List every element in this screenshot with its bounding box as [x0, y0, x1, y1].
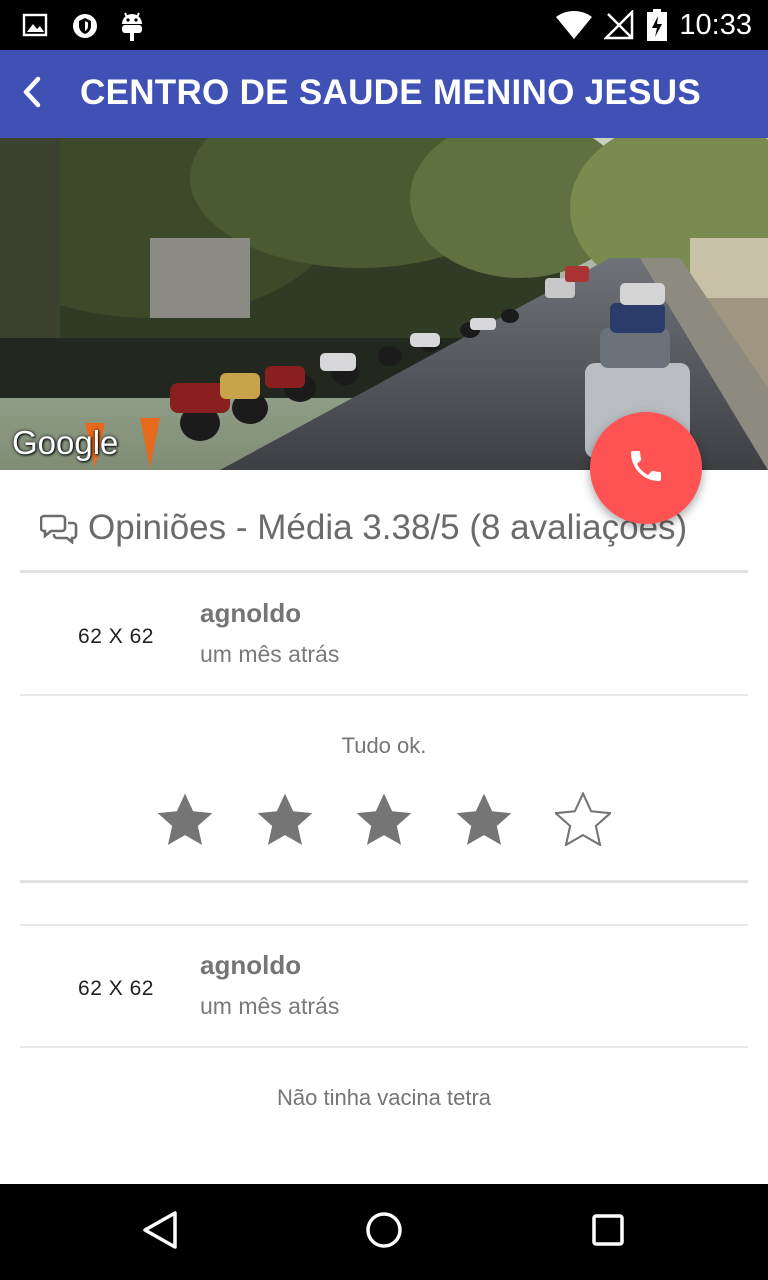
page-title: CENTRO DE SAUDE MENINO JESUS — [80, 73, 701, 112]
battery-charging-icon — [646, 9, 668, 46]
image-icon — [22, 12, 48, 43]
star-filled-icon — [250, 784, 320, 854]
review-author: agnoldo — [200, 598, 302, 628]
review-time: um mês atrás — [200, 641, 340, 667]
back-triangle-icon — [141, 1210, 179, 1255]
recents-square-icon — [591, 1213, 625, 1252]
opinions-summary: Opiniões - Média 3.38/5 (8 avaliações) — [88, 508, 688, 547]
star-filled-icon — [150, 784, 220, 854]
no-signal-icon — [602, 8, 634, 45]
phone-icon — [626, 446, 666, 491]
divider — [20, 694, 748, 696]
back-button[interactable] — [8, 70, 56, 118]
chat-bubbles-icon — [40, 512, 78, 544]
star-filled-icon — [449, 784, 519, 854]
opinions-header: Opiniões - Média 3.38/5 (8 avaliações) — [40, 508, 687, 548]
google-watermark: Google — [12, 424, 119, 461]
wifi-icon — [556, 10, 592, 45]
android-icon — [118, 8, 146, 47]
chevron-left-icon — [18, 74, 46, 115]
nav-home-button[interactable] — [356, 1204, 412, 1260]
star-filled-icon — [349, 784, 419, 854]
avatar: 62 X 62 — [78, 977, 154, 1000]
review-time: um mês atrás — [200, 993, 340, 1019]
home-circle-icon — [365, 1211, 403, 1254]
divider — [20, 1046, 748, 1048]
call-button[interactable] — [590, 412, 702, 524]
star-empty-icon — [548, 784, 618, 854]
divider — [20, 924, 748, 926]
status-bar: 10:33 — [0, 0, 768, 50]
divider — [20, 570, 748, 573]
divider — [20, 880, 748, 883]
avatar: 62 X 62 — [78, 625, 154, 648]
review-author: agnoldo — [200, 950, 302, 980]
nav-recents-button[interactable] — [580, 1204, 636, 1260]
status-time: 10:33 — [679, 9, 752, 41]
rating-stars — [150, 784, 618, 854]
review-text: Tudo ok. — [341, 733, 427, 758]
review-text: Não tinha vacina tetra — [276, 1085, 492, 1110]
shield-icon — [72, 12, 98, 45]
nav-back-button[interactable] — [132, 1204, 188, 1260]
app-toolbar: CENTRO DE SAUDE MENINO JESUS — [0, 50, 768, 138]
navigation-bar — [0, 1184, 768, 1280]
